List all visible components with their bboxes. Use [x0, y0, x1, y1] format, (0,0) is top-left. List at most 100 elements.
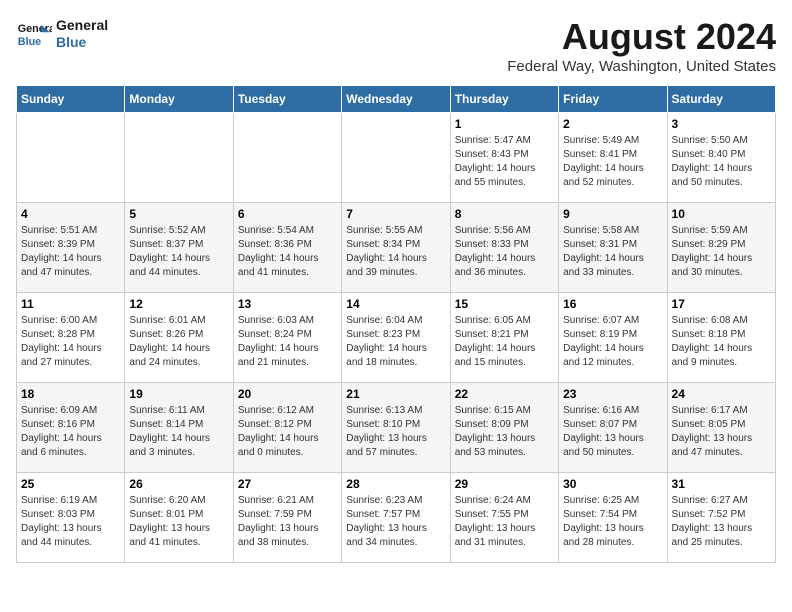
day-number: 8: [455, 207, 554, 221]
calendar-cell: 17 Sunrise: 6:08 AM Sunset: 8:18 PM Dayli…: [667, 293, 775, 383]
day-number: 31: [672, 477, 771, 491]
day-info: Sunrise: 5:49 AM Sunset: 8:41 PM Dayligh…: [563, 134, 662, 190]
calendar-cell: 3Sunrise: 5:50 AM Sunset: 8:40 PM Daylig…: [667, 113, 775, 203]
calendar-cell: 11Sunrise: 6:00 AM Sunset: 8:28 PM Dayli…: [17, 293, 125, 383]
weekday-header: Sunday: [17, 86, 125, 113]
weekday-header: Friday: [559, 86, 667, 113]
calendar-week-row: 11Sunrise: 6:00 AM Sunset: 8:28 PM Dayli…: [17, 293, 776, 383]
calendar-cell: 26 Sunrise: 6:20 AM Sunset: 8:01 PM Dayli…: [125, 473, 233, 563]
day-info: Sunrise: 6:07 AM Sunset: 8:19 PM Dayligh…: [563, 314, 662, 370]
day-info: Sunrise: 6:05 AM Sunset: 8:21 PM Dayligh…: [455, 314, 554, 370]
day-info: Sunrise: 6:17 AM Sunset: 8:05 PM Dayligh…: [672, 404, 771, 460]
day-info: Sunrise: 6:08 AM Sunset: 8:18 PM Dayligh…: [672, 314, 771, 370]
day-number: 11: [21, 297, 120, 311]
day-info: Sunrise: 6:19 AM Sunset: 8:03 PM Dayligh…: [21, 494, 120, 550]
calendar-cell: 12 Sunrise: 6:01 AM Sunset: 8:26 PM Dayli…: [125, 293, 233, 383]
day-info: Sunrise: 6:11 AM Sunset: 8:14 PM Dayligh…: [129, 404, 228, 460]
calendar-week-row: 4Sunrise: 5:51 AM Sunset: 8:39 PM Daylig…: [17, 203, 776, 293]
calendar-cell: 31Sunrise: 6:27 AM Sunset: 7:52 PM Dayli…: [667, 473, 775, 563]
calendar-cell: [125, 113, 233, 203]
logo-icon: General Blue: [16, 16, 52, 52]
calendar-cell: 29 Sunrise: 6:24 AM Sunset: 7:55 PM Dayli…: [450, 473, 558, 563]
calendar-cell: 22 Sunrise: 6:15 AM Sunset: 8:09 PM Dayli…: [450, 383, 558, 473]
calendar-cell: 28 Sunrise: 6:23 AM Sunset: 7:57 PM Dayli…: [342, 473, 450, 563]
day-info: Sunrise: 6:21 AM Sunset: 7:59 PM Dayligh…: [238, 494, 337, 550]
day-number: 18: [21, 387, 120, 401]
day-number: 14: [346, 297, 445, 311]
calendar-body: 1 Sunrise: 5:47 AM Sunset: 8:43 PM Daylig…: [17, 113, 776, 563]
day-info: Sunrise: 6:25 AM Sunset: 7:54 PM Dayligh…: [563, 494, 662, 550]
calendar-cell: 25 Sunrise: 6:19 AM Sunset: 8:03 PM Dayli…: [17, 473, 125, 563]
day-info: Sunrise: 6:01 AM Sunset: 8:26 PM Dayligh…: [129, 314, 228, 370]
day-number: 22: [455, 387, 554, 401]
calendar-cell: 8 Sunrise: 5:56 AM Sunset: 8:33 PM Daylig…: [450, 203, 558, 293]
day-number: 26: [129, 477, 228, 491]
calendar-cell: 10 Sunrise: 5:59 AM Sunset: 8:29 PM Dayli…: [667, 203, 775, 293]
day-info: Sunrise: 5:59 AM Sunset: 8:29 PM Dayligh…: [672, 224, 771, 280]
calendar-title: August 2024: [507, 16, 776, 58]
logo-text-line2: Blue: [56, 34, 108, 51]
day-number: 13: [238, 297, 337, 311]
day-info: Sunrise: 6:12 AM Sunset: 8:12 PM Dayligh…: [238, 404, 337, 460]
calendar-week-row: 1 Sunrise: 5:47 AM Sunset: 8:43 PM Daylig…: [17, 113, 776, 203]
day-info: Sunrise: 5:56 AM Sunset: 8:33 PM Dayligh…: [455, 224, 554, 280]
day-number: 25: [21, 477, 120, 491]
calendar-cell: 14Sunrise: 6:04 AM Sunset: 8:23 PM Dayli…: [342, 293, 450, 383]
day-number: 23: [563, 387, 662, 401]
calendar-cell: 7 Sunrise: 5:55 AM Sunset: 8:34 PM Daylig…: [342, 203, 450, 293]
day-info: Sunrise: 6:03 AM Sunset: 8:24 PM Dayligh…: [238, 314, 337, 370]
day-info: Sunrise: 6:24 AM Sunset: 7:55 PM Dayligh…: [455, 494, 554, 550]
svg-text:Blue: Blue: [18, 36, 41, 48]
calendar-cell: 2 Sunrise: 5:49 AM Sunset: 8:41 PM Daylig…: [559, 113, 667, 203]
day-info: Sunrise: 6:16 AM Sunset: 8:07 PM Dayligh…: [563, 404, 662, 460]
calendar-cell: 13 Sunrise: 6:03 AM Sunset: 8:24 PM Dayli…: [233, 293, 341, 383]
svg-text:General: General: [18, 23, 52, 35]
day-info: Sunrise: 6:23 AM Sunset: 7:57 PM Dayligh…: [346, 494, 445, 550]
day-number: 2: [563, 117, 662, 131]
logo-text-line1: General: [56, 17, 108, 34]
day-number: 9: [563, 207, 662, 221]
calendar-week-row: 18 Sunrise: 6:09 AM Sunset: 8:16 PM Dayli…: [17, 383, 776, 473]
calendar-cell: 18 Sunrise: 6:09 AM Sunset: 8:16 PM Dayli…: [17, 383, 125, 473]
calendar-cell: 20 Sunrise: 6:12 AM Sunset: 8:12 PM Dayli…: [233, 383, 341, 473]
title-section: August 2024 Federal Way, Washington, Uni…: [507, 16, 776, 75]
calendar-table: SundayMondayTuesdayWednesdayThursdayFrid…: [16, 85, 776, 563]
day-number: 27: [238, 477, 337, 491]
day-info: Sunrise: 6:20 AM Sunset: 8:01 PM Dayligh…: [129, 494, 228, 550]
day-number: 21: [346, 387, 445, 401]
day-number: 29: [455, 477, 554, 491]
day-number: 15: [455, 297, 554, 311]
calendar-cell: 6Sunrise: 5:54 AM Sunset: 8:36 PM Daylig…: [233, 203, 341, 293]
weekday-header: Tuesday: [233, 86, 341, 113]
calendar-cell: 1 Sunrise: 5:47 AM Sunset: 8:43 PM Daylig…: [450, 113, 558, 203]
logo: General Blue General Blue: [16, 16, 108, 52]
calendar-cell: 15 Sunrise: 6:05 AM Sunset: 8:21 PM Dayli…: [450, 293, 558, 383]
day-number: 16: [563, 297, 662, 311]
day-number: 10: [672, 207, 771, 221]
day-info: Sunrise: 5:52 AM Sunset: 8:37 PM Dayligh…: [129, 224, 228, 280]
page-header: General Blue General Blue August 2024 Fe…: [16, 16, 776, 75]
day-info: Sunrise: 5:47 AM Sunset: 8:43 PM Dayligh…: [455, 134, 554, 190]
day-info: Sunrise: 5:50 AM Sunset: 8:40 PM Dayligh…: [672, 134, 771, 190]
calendar-cell: 16 Sunrise: 6:07 AM Sunset: 8:19 PM Dayli…: [559, 293, 667, 383]
day-info: Sunrise: 6:15 AM Sunset: 8:09 PM Dayligh…: [455, 404, 554, 460]
weekday-header: Monday: [125, 86, 233, 113]
day-number: 7: [346, 207, 445, 221]
day-number: 28: [346, 477, 445, 491]
day-number: 1: [455, 117, 554, 131]
day-number: 30: [563, 477, 662, 491]
day-info: Sunrise: 6:09 AM Sunset: 8:16 PM Dayligh…: [21, 404, 120, 460]
day-number: 12: [129, 297, 228, 311]
day-info: Sunrise: 6:13 AM Sunset: 8:10 PM Dayligh…: [346, 404, 445, 460]
calendar-cell: 9Sunrise: 5:58 AM Sunset: 8:31 PM Daylig…: [559, 203, 667, 293]
calendar-header: SundayMondayTuesdayWednesdayThursdayFrid…: [17, 86, 776, 113]
day-number: 6: [238, 207, 337, 221]
calendar-cell: 30 Sunrise: 6:25 AM Sunset: 7:54 PM Dayli…: [559, 473, 667, 563]
day-number: 24: [672, 387, 771, 401]
day-number: 17: [672, 297, 771, 311]
day-number: 20: [238, 387, 337, 401]
day-number: 4: [21, 207, 120, 221]
calendar-cell: 19Sunrise: 6:11 AM Sunset: 8:14 PM Dayli…: [125, 383, 233, 473]
weekday-header: Saturday: [667, 86, 775, 113]
day-info: Sunrise: 5:55 AM Sunset: 8:34 PM Dayligh…: [346, 224, 445, 280]
